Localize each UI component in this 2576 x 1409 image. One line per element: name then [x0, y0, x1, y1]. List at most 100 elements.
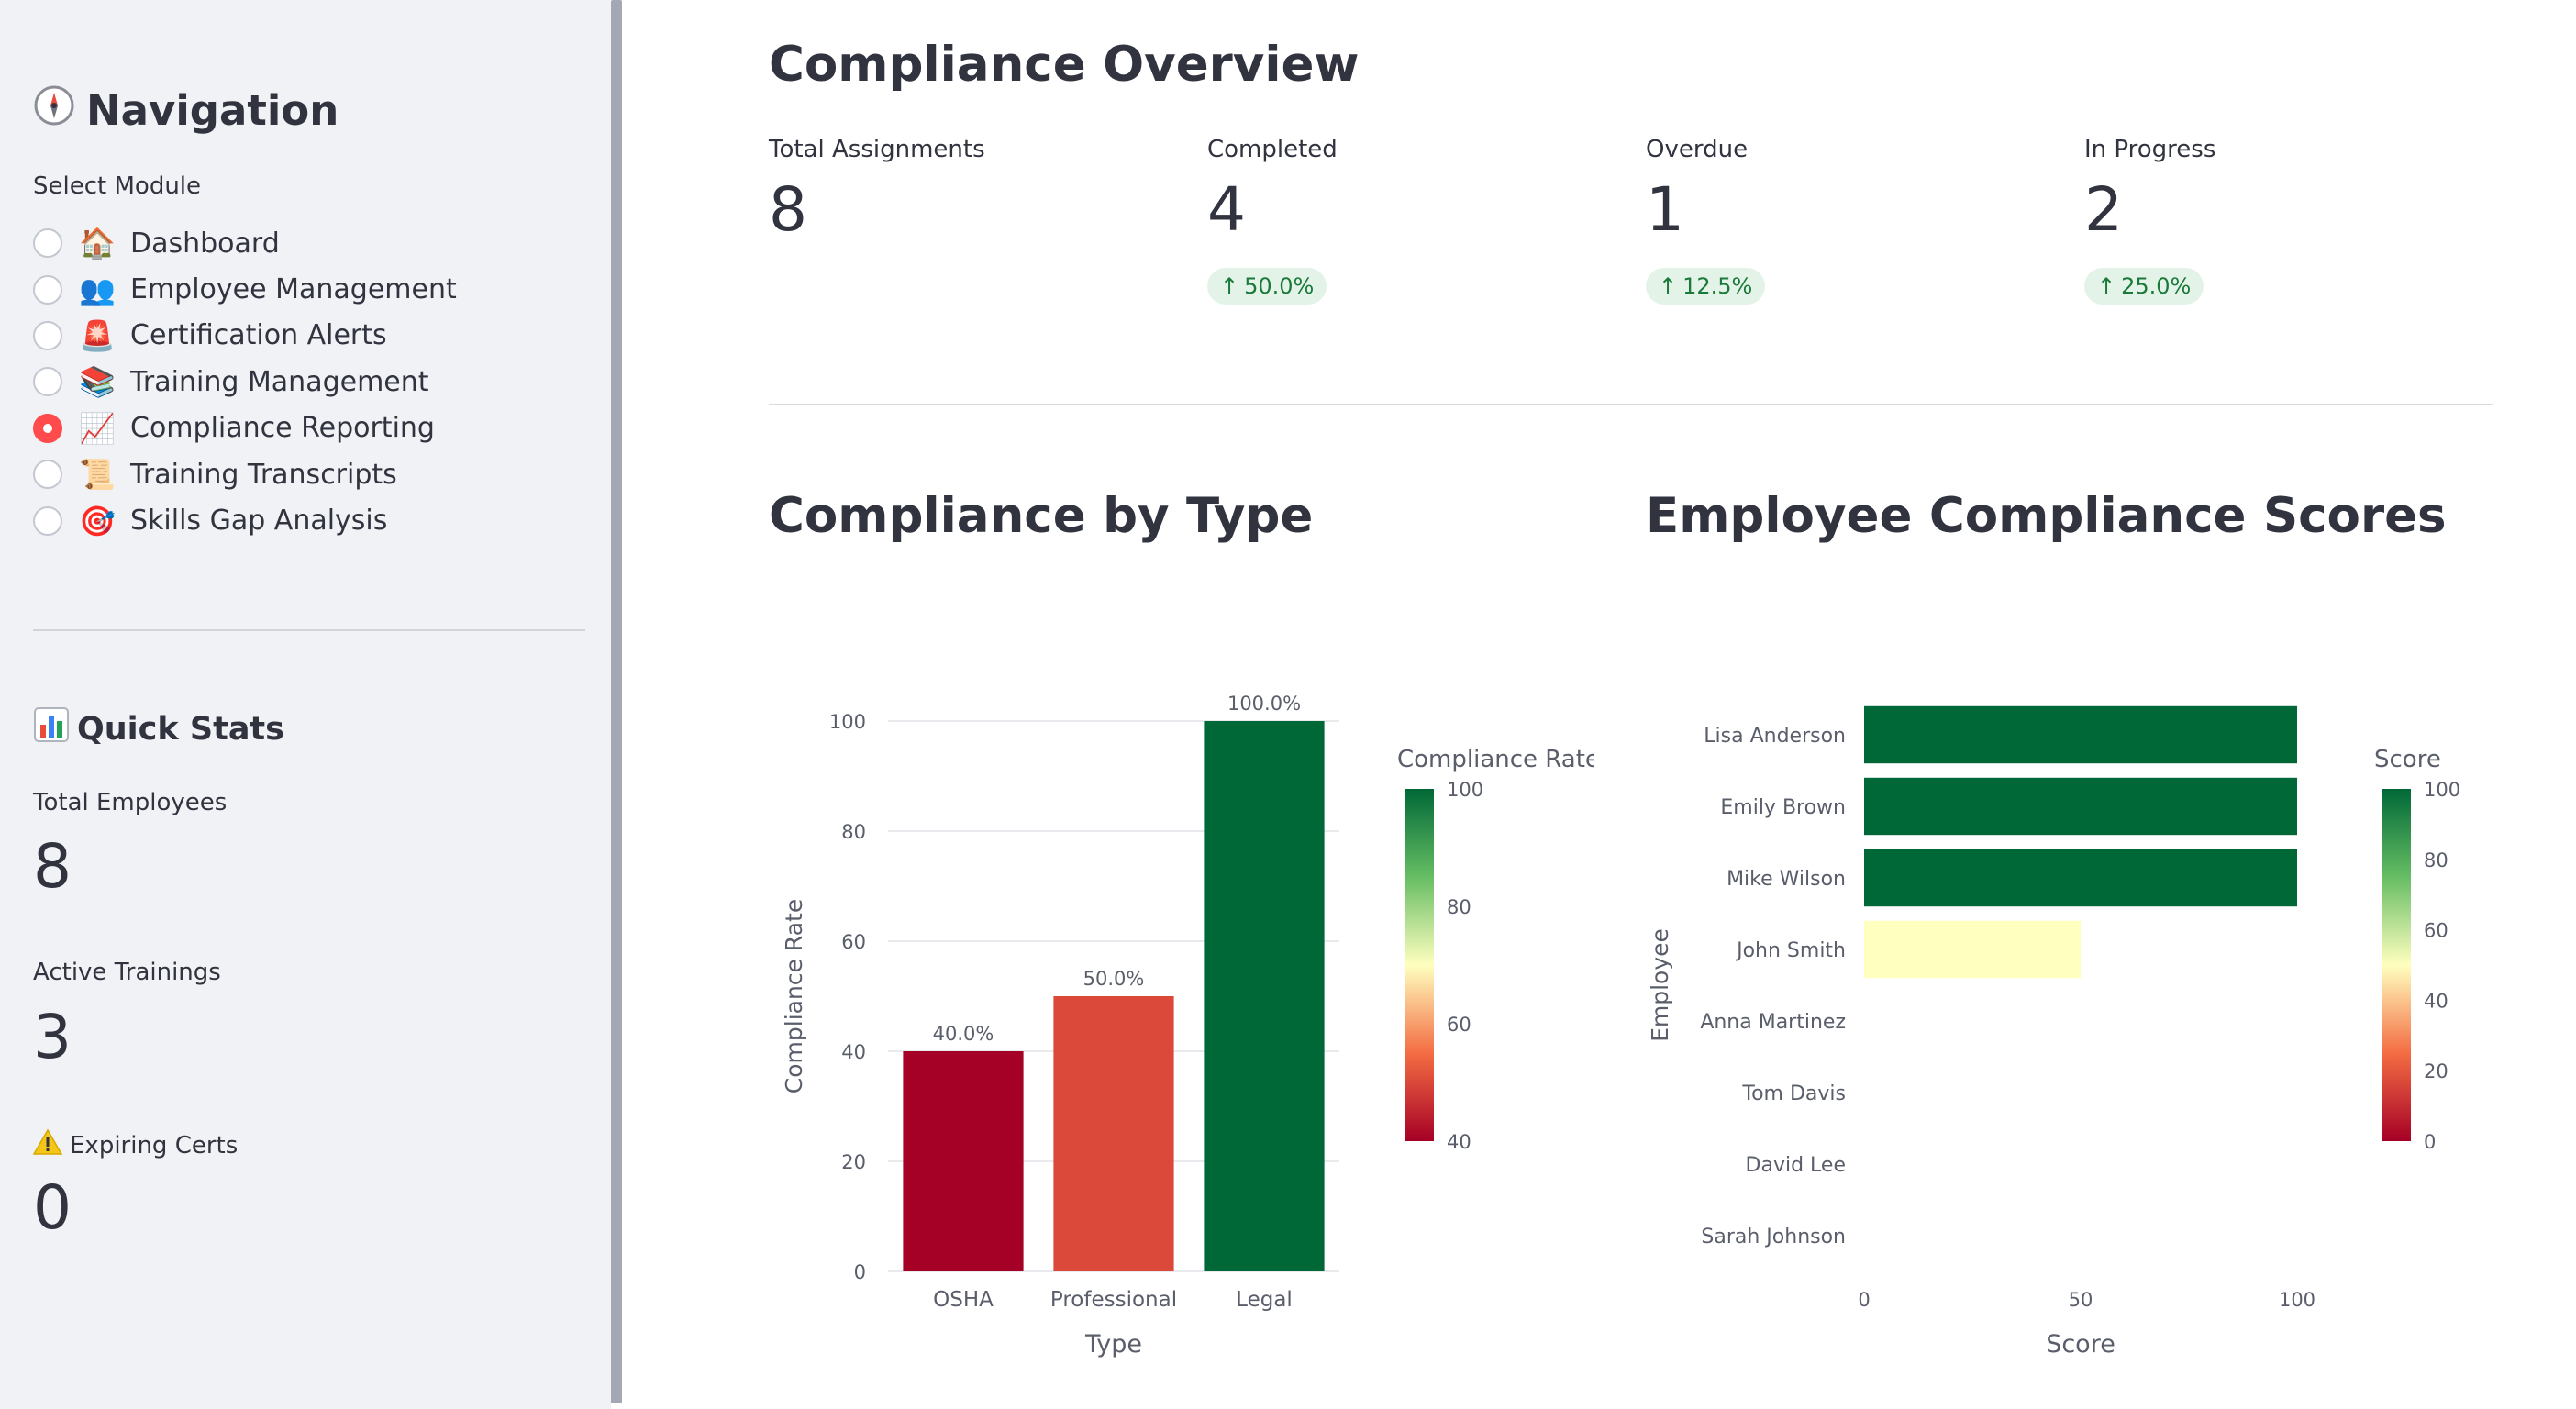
metric-total-assignments: Total Assignments 8 — [769, 136, 985, 240]
metric-delta-text: 25.0% — [2121, 273, 2192, 299]
metric-delta-badge: ↑ 12.5% — [1646, 268, 1766, 305]
colorbar-tick-label: 40 — [1447, 1131, 1471, 1153]
warning-icon — [32, 1128, 63, 1162]
y-tick-label: Sarah Johnson — [1701, 1226, 1846, 1248]
module-emoji-icon: 🚨 — [79, 317, 116, 353]
y-tick-label: Anna Martinez — [1700, 1011, 1846, 1034]
data-label: 40.0% — [933, 1023, 994, 1045]
radio-compliance-reporting[interactable]: 📈 Compliance Reporting — [33, 405, 457, 451]
y-tick-label: 40 — [841, 1041, 866, 1063]
bar — [1864, 777, 2297, 836]
module-emoji-icon: 📚 — [79, 364, 116, 400]
sidebar-title: Navigation — [33, 83, 339, 138]
radio-training-management[interactable]: 📚 Training Management — [33, 359, 457, 405]
metric-label: In Progress — [2084, 136, 2216, 163]
y-tick-label: Tom Davis — [1741, 1082, 1846, 1105]
expiring-certs-label-text: Expiring Certs — [70, 1131, 239, 1159]
bar — [903, 1051, 1024, 1271]
colorbar-title: Score — [2374, 746, 2441, 773]
colorbar-tick-label: 80 — [2424, 849, 2448, 871]
module-emoji-icon: 📈 — [79, 410, 116, 446]
expiring-certs-label: Expiring Certs — [32, 1128, 239, 1162]
colorbar-tick-label: 80 — [1447, 896, 1471, 918]
module-emoji-icon: 📜 — [79, 457, 116, 493]
employee-scores-chart[interactable]: Lisa Anderson Emily Brown Mike Wilson John … — [1646, 642, 2526, 1376]
radio-label: Dashboard — [130, 227, 280, 260]
metric-value: 4 — [1207, 174, 1246, 245]
colorbar-tick-label: 100 — [2424, 779, 2460, 801]
module-emoji-icon: 🏠 — [79, 226, 116, 261]
y-tick-label: Lisa Anderson — [1704, 725, 1846, 748]
radio-dashboard[interactable]: 🏠 Dashboard — [33, 220, 457, 266]
arrow-up-icon: ↑ — [2097, 273, 2116, 299]
active-trainings-label: Active Trainings — [33, 959, 221, 986]
radio-button-icon[interactable] — [33, 413, 62, 443]
bar — [1864, 849, 2297, 907]
metric-overdue: Overdue 1 ↑ 12.5% — [1646, 136, 1766, 305]
x-axis-label: Score — [2046, 1330, 2115, 1359]
metric-delta-badge: ↑ 25.0% — [2084, 268, 2204, 305]
expiring-certs-value: 0 — [33, 1172, 72, 1243]
metric-label: Completed — [1207, 136, 1338, 163]
x-tick-label: OSHA — [933, 1288, 994, 1312]
x-tick-label: 50 — [2069, 1289, 2093, 1311]
compliance-by-type-chart[interactable]: 0 20 40 60 80 100 Compliance Rate 40.0% OSHA 50.0… — [769, 642, 1594, 1376]
radio-skills-gap-analysis[interactable]: 🎯 Skills Gap Analysis — [33, 497, 457, 543]
x-axis-label: Type — [1084, 1330, 1142, 1359]
metric-label: Total Assignments — [769, 136, 985, 163]
radio-button-icon[interactable] — [33, 505, 62, 536]
radio-employee-management[interactable]: 👥 Employee Management — [33, 266, 457, 312]
y-axis-label: Employee — [1647, 928, 1673, 1042]
colorbar-tick-label: 0 — [2424, 1131, 2436, 1153]
colorbar-title: Compliance Rate — [1397, 746, 1594, 773]
bar — [1204, 721, 1325, 1271]
colorbar-gradient — [1405, 789, 1434, 1141]
x-tick-label: 0 — [1858, 1289, 1870, 1311]
x-tick-label: Professional — [1050, 1288, 1177, 1312]
data-label: 100.0% — [1227, 693, 1301, 715]
module-emoji-icon: 🎯 — [79, 503, 116, 538]
colorbar-tick-label: 20 — [2424, 1060, 2448, 1082]
metric-in-progress: In Progress 2 ↑ 25.0% — [2084, 136, 2215, 305]
radio-label: Training Management — [130, 365, 429, 398]
sidebar-title-text: Navigation — [86, 85, 339, 135]
data-label: 50.0% — [1083, 968, 1145, 990]
radio-button-icon[interactable] — [33, 320, 62, 350]
metric-value: 8 — [769, 174, 807, 245]
radio-certification-alerts[interactable]: 🚨 Certification Alerts — [33, 313, 457, 359]
radio-button-icon[interactable] — [33, 228, 62, 259]
metric-value: 2 — [2084, 174, 2123, 245]
select-module-label: Select Module — [33, 172, 202, 200]
colorbar-tick-label: 60 — [2424, 920, 2448, 942]
bar — [1864, 705, 2297, 764]
sidebar-divider — [33, 629, 585, 631]
radio-button-icon[interactable] — [33, 460, 62, 490]
y-tick-label: Emily Brown — [1720, 796, 1846, 819]
metric-completed: Completed 4 ↑ 50.0% — [1207, 136, 1338, 305]
arrow-up-icon: ↑ — [1659, 273, 1678, 299]
radio-button-icon[interactable] — [33, 367, 62, 397]
y-tick-label: John Smith — [1735, 939, 1846, 962]
sidebar: Navigation Select Module 🏠 Dashboard 👥 Empl… — [0, 0, 611, 1409]
colorbar-tick-label: 40 — [2424, 990, 2448, 1012]
compass-icon — [33, 84, 75, 137]
bar-chart-icon — [33, 706, 70, 751]
y-tick-label: 100 — [829, 711, 866, 733]
radio-training-transcripts[interactable]: 📜 Training Transcripts — [33, 451, 457, 497]
metric-label: Overdue — [1646, 136, 1749, 163]
radio-label: Certification Alerts — [130, 319, 387, 352]
compliance-by-type-title: Compliance by Type — [769, 488, 1314, 544]
radio-button-icon[interactable] — [33, 274, 62, 305]
sidebar-scrollbar[interactable] — [611, 0, 622, 1403]
metric-delta-text: 12.5% — [1682, 273, 1753, 299]
radio-label: Skills Gap Analysis — [130, 505, 388, 538]
y-tick-label: 0 — [854, 1261, 866, 1283]
bar — [1864, 920, 2081, 979]
metric-value: 1 — [1646, 174, 1684, 245]
metric-delta-text: 50.0% — [1244, 273, 1315, 299]
y-tick-label: David Lee — [1746, 1154, 1846, 1177]
total-employees-label: Total Employees — [33, 789, 228, 816]
quick-stats-title: Quick Stats — [33, 706, 284, 751]
employee-scores-title: Employee Compliance Scores — [1646, 488, 2447, 544]
y-tick-label: 60 — [841, 931, 866, 953]
